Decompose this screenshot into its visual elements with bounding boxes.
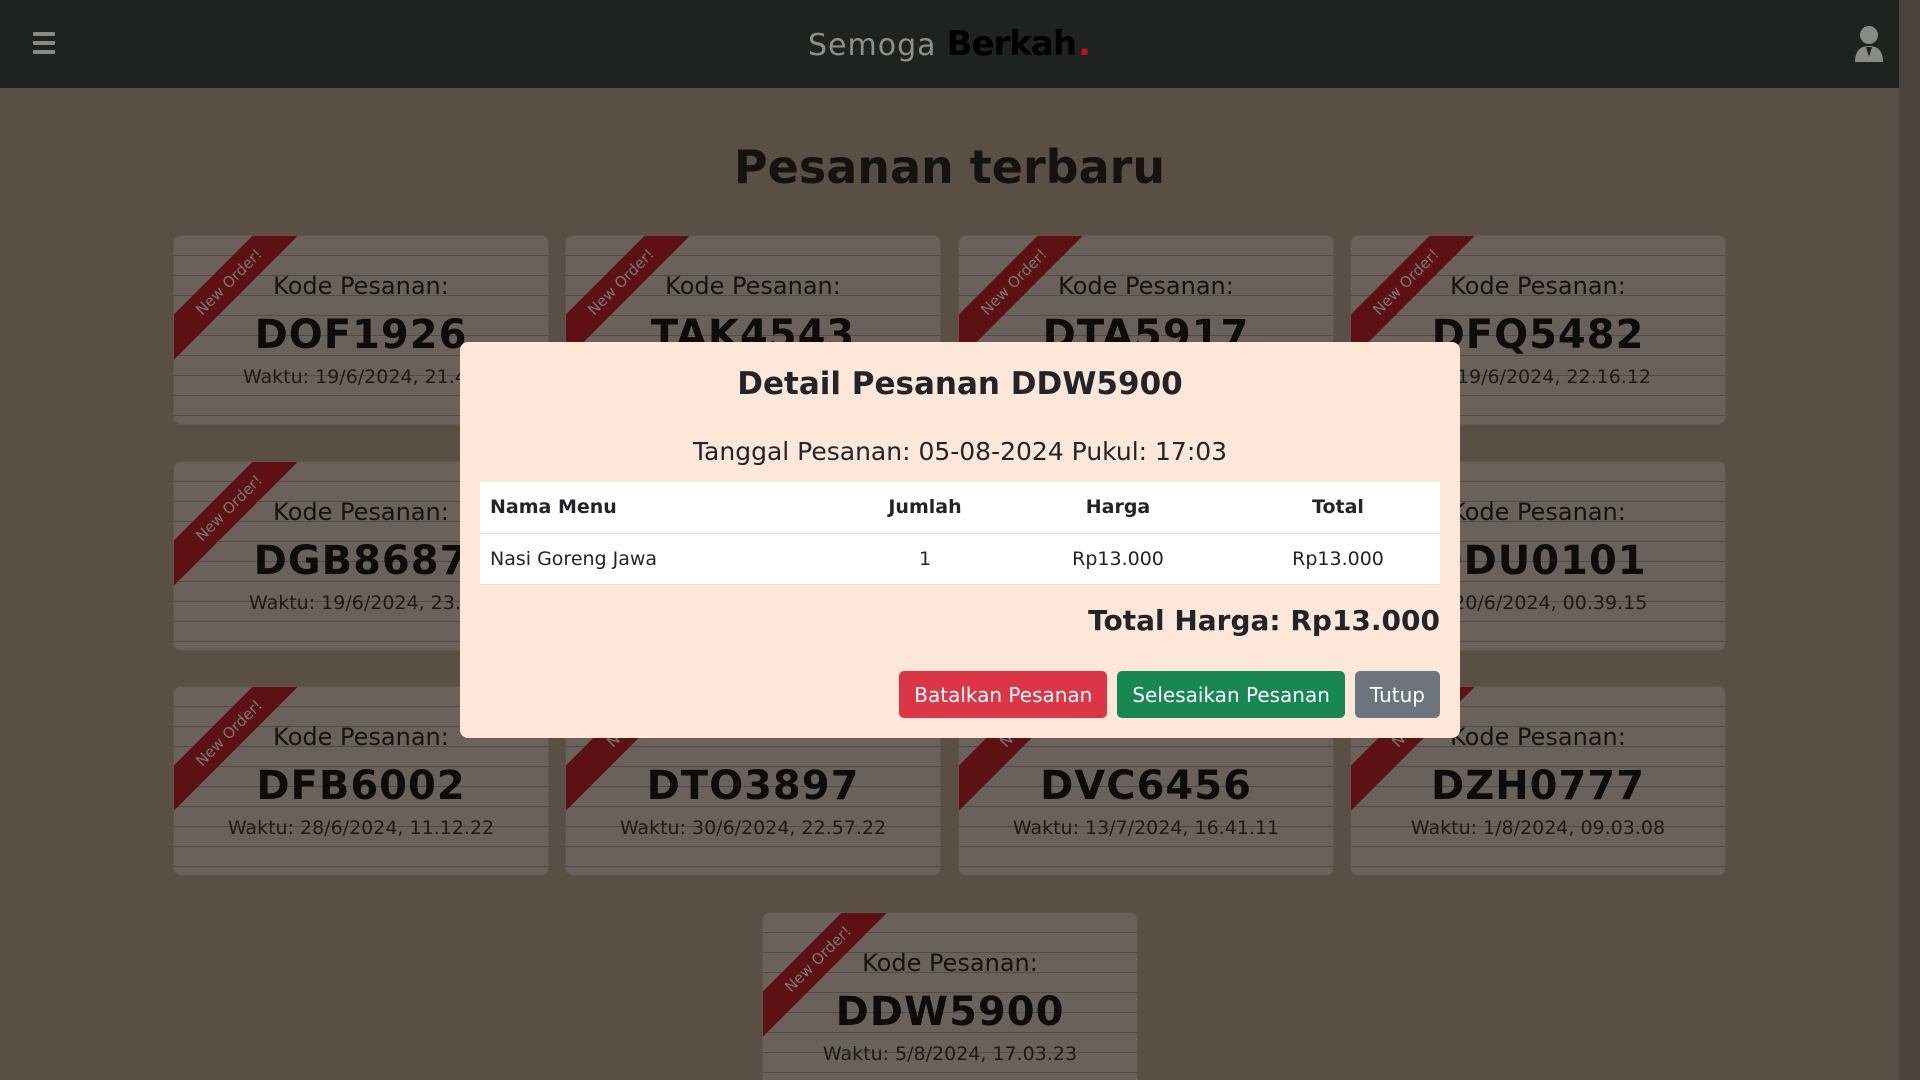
user-icon[interactable] <box>1853 24 1885 64</box>
order-time: Waktu: 30/6/2024, 22.57.22 <box>619 817 887 839</box>
order-time: Waktu: 1/8/2024, 09.03.08 <box>1410 817 1666 839</box>
cell-menu-name: Nasi Goreng Jawa <box>480 533 850 585</box>
column-header-price: Harga <box>1000 482 1236 534</box>
complete-order-button[interactable]: Selesaikan Pesanan <box>1117 671 1345 718</box>
close-button[interactable]: Tutup <box>1354 671 1440 718</box>
table-row: Nasi Goreng Jawa 1 Rp13.000 Rp13.000 <box>480 533 1440 585</box>
total-price: Total Harga: Rp13.000 <box>1088 604 1440 637</box>
order-code-label: Kode Pesanan: <box>1058 272 1234 300</box>
modal-actions: Batalkan Pesanan Selesaikan Pesanan Tutu… <box>899 671 1440 718</box>
brand-bold-text: Berkah <box>946 24 1078 64</box>
order-code: DTO3897 <box>646 763 860 809</box>
order-code: DFB6002 <box>256 763 466 809</box>
table-header-row: Nama Menu Jumlah Harga Total <box>480 482 1440 534</box>
brand-light-text: Semoga <box>808 28 937 63</box>
column-header-menu: Nama Menu <box>480 482 850 534</box>
order-items-table: Nama Menu Jumlah Harga Total Nasi Goreng… <box>480 482 1440 585</box>
brand-logo[interactable]: Semoga Berkah . <box>808 24 1091 64</box>
order-time: Waktu: 5/8/2024, 17.03.23 <box>822 1043 1078 1065</box>
order-code-label: Kode Pesanan: <box>665 272 841 300</box>
order-date: Tanggal Pesanan: 05-08-2024 Pukul: 17:03 <box>692 437 1228 466</box>
hamburger-icon[interactable] <box>33 32 55 54</box>
column-header-total: Total <box>1236 482 1440 534</box>
order-time: Waktu: 28/6/2024, 11.12.22 <box>227 817 495 839</box>
order-time: Waktu: 13/7/2024, 16.41.11 <box>1012 817 1280 839</box>
cell-price: Rp13.000 <box>1000 533 1236 585</box>
order-code: DDW5900 <box>835 989 1065 1035</box>
order-code-label: Kode Pesanan: <box>273 272 449 300</box>
brand-dot: . <box>1078 24 1091 64</box>
column-header-qty: Jumlah <box>850 482 1000 534</box>
cancel-order-button[interactable]: Batalkan Pesanan <box>899 671 1108 718</box>
order-code: DZH0777 <box>1430 763 1645 809</box>
order-detail-modal: Detail Pesanan DDW5900 Tanggal Pesanan: … <box>460 342 1460 738</box>
modal-title: Detail Pesanan DDW5900 <box>737 366 1183 402</box>
order-code-label: Kode Pesanan: <box>1450 272 1626 300</box>
order-code-label: Kode Pesanan: <box>862 949 1038 977</box>
order-code: DVC6456 <box>1040 763 1252 809</box>
top-header: Semoga Berkah . <box>0 0 1899 88</box>
cell-total: Rp13.000 <box>1236 533 1440 585</box>
cell-qty: 1 <box>850 533 1000 585</box>
order-card[interactable]: New Order! Kode Pesanan: DDW5900 Waktu: … <box>762 912 1138 1080</box>
page-scrollbar[interactable] <box>1899 0 1920 1080</box>
page-title: Pesanan terbaru <box>733 140 1166 194</box>
